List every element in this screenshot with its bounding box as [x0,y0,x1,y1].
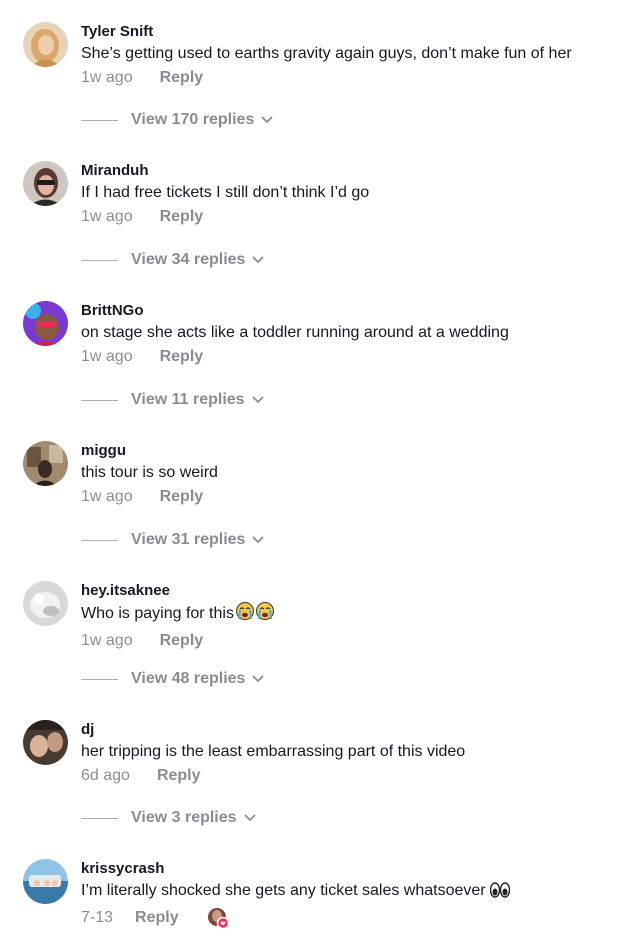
comment-time: 1w ago [81,632,133,649]
comment-time: 1w ago [81,348,133,365]
reply-button[interactable]: Reply [157,764,201,788]
comment-meta: 1w ago Reply [81,66,624,90]
comment-time: 1w ago [81,488,133,505]
avatar[interactable] [23,581,68,626]
chevron-down-icon [252,531,264,549]
comment-username[interactable]: Tyler Snift [81,22,624,42]
avatar[interactable] [23,441,68,486]
comment-text: If I had free tickets I still don’t thin… [81,184,370,201]
avatar[interactable] [23,720,68,765]
comment-text: this tour is so weird [81,464,218,481]
view-replies-button[interactable]: View 11 replies [81,391,264,409]
comment-time: 1w ago [81,69,133,86]
view-replies-button[interactable]: View 48 replies [81,670,264,688]
reply-button[interactable]: Reply [160,629,204,653]
reply-button[interactable]: Reply [160,345,204,369]
comment-username[interactable]: miggu [81,441,624,461]
view-replies-button[interactable]: View 3 replies [81,809,256,827]
comment-meta: 1w ago Reply [81,345,624,369]
comment-time: 6d ago [81,767,130,784]
divider-line [81,817,118,819]
reply-button[interactable]: Reply [160,66,204,90]
comment-text-content: I’m literally shocked she gets any ticke… [81,882,486,899]
divider-line [81,119,118,121]
comment-text: on stage she acts like a toddler running… [81,324,509,341]
divider-line [81,259,118,261]
reply-button[interactable]: Reply [160,205,204,229]
view-replies-button[interactable]: View 34 replies [81,251,264,269]
reply-button[interactable]: Reply [135,906,179,930]
avatar[interactable] [23,301,68,346]
view-replies-button[interactable]: View 31 replies [81,531,264,549]
comment-meta: 6d ago Reply [81,764,624,788]
comment-text: her tripping is the least embarrassing p… [81,743,466,760]
chevron-down-icon [252,251,264,269]
comment-text-content: Who is paying for this [81,605,234,622]
reply-button[interactable]: Reply [160,485,204,509]
avatar[interactable] [23,859,68,904]
view-replies-label: View 34 replies [131,251,246,268]
comment-meta: 1w ago Reply [81,629,624,653]
comment-username[interactable]: hey.itsaknee [81,581,624,601]
view-replies-label: View 170 replies [131,111,255,128]
comment-username[interactable]: Miranduh [81,161,624,181]
comment-time: 1w ago [81,208,133,225]
divider-line [81,678,118,680]
comment-meta: 7-13 Reply [81,906,624,930]
comment-meta: 1w ago Reply [81,485,624,509]
view-replies-button[interactable]: View 170 replies [81,111,273,129]
view-replies-label: View 11 replies [131,391,245,408]
view-replies-label: View 48 replies [131,670,246,687]
chevron-down-icon [244,809,256,827]
view-replies-label: View 31 replies [131,531,246,548]
comment-username[interactable]: krissycrash [81,859,624,879]
eyes-emoji [489,882,510,905]
chevron-down-icon [261,111,273,129]
comment-username[interactable]: dj [81,720,624,740]
avatar[interactable] [23,22,68,67]
comment-meta: 1w ago Reply [81,205,624,229]
comment-username[interactable]: BrittNGo [81,301,624,321]
comment-text: Who is paying for this [81,601,624,628]
chevron-down-icon [252,391,264,409]
chevron-down-icon [252,670,264,688]
divider-line [81,399,118,401]
creator-liked-badge-icon [207,907,229,930]
comment-time: 7-13 [81,909,114,926]
comment-text: I’m literally shocked she gets any ticke… [81,879,624,905]
divider-line [81,539,118,541]
loudly-crying-face-emoji [235,601,274,628]
view-replies-label: View 3 replies [131,809,237,826]
avatar[interactable] [23,161,68,206]
comment-text: She’s getting used to earths gravity aga… [81,45,572,62]
